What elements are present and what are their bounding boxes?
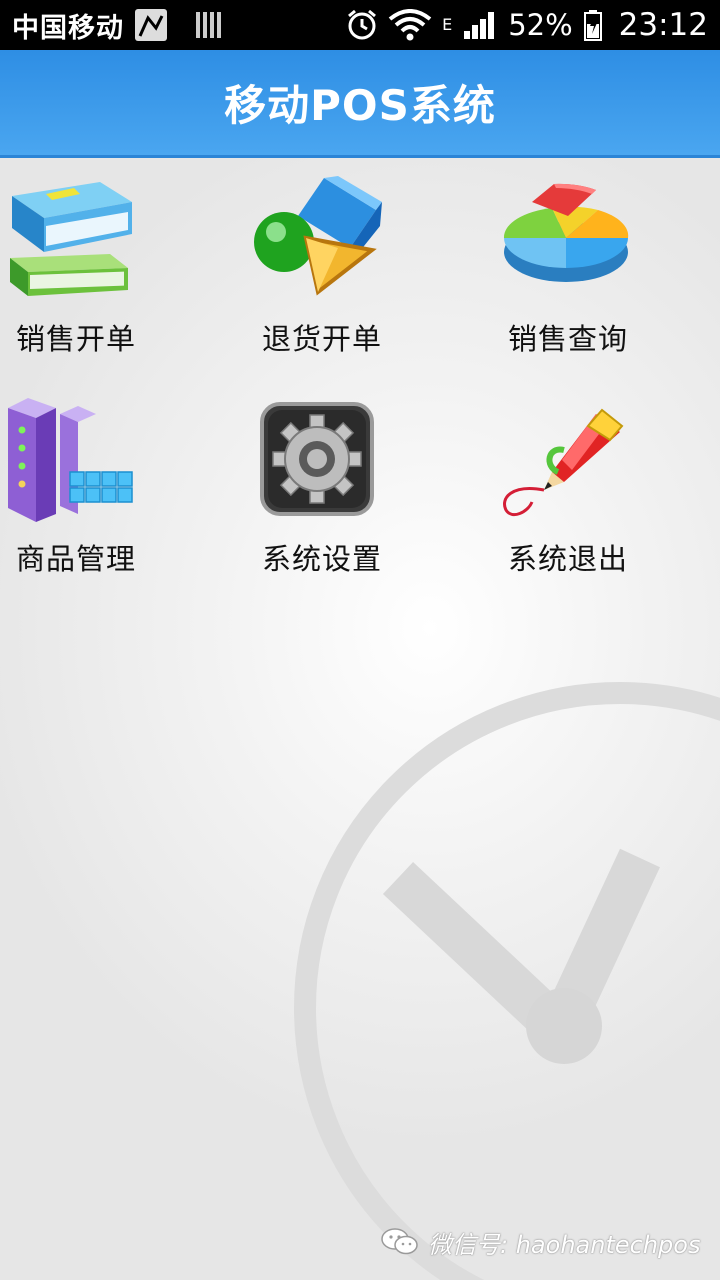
pen-icon — [503, 408, 624, 516]
pie-chart-icon — [503, 183, 629, 282]
menu-sales-query[interactable]: 销售查询 — [492, 158, 720, 368]
server-icon — [8, 398, 133, 522]
wifi-icon — [388, 9, 432, 41]
network-type: E — [442, 15, 453, 34]
wechat-icon — [381, 1228, 418, 1255]
books-icon — [10, 182, 132, 296]
battery-percent: 52% — [508, 8, 573, 42]
main-content: 销售开单 退货开单 销售查询 商品管理 系统设置 系统退出 — [0, 158, 720, 1280]
app-title: 移动POS系统 — [224, 81, 496, 130]
menu-return-order[interactable]: 退货开单 — [246, 158, 486, 368]
menu-product-management[interactable]: 商品管理 — [0, 378, 240, 588]
wechat-id-text: 微信号: haohantechpos — [428, 1230, 701, 1259]
menu-system-exit[interactable]: 系统退出 — [492, 378, 720, 588]
notification-icon — [135, 9, 167, 41]
shapes-icon — [254, 176, 382, 296]
menu-label: 系统设置 — [262, 542, 383, 576]
menu-label: 退货开单 — [262, 322, 383, 356]
menu-label: 系统退出 — [508, 542, 629, 576]
clock: 23:12 — [618, 7, 708, 43]
wechat-watermark: 微信号: haohantechpos — [380, 1222, 700, 1262]
battery-icon — [583, 10, 602, 41]
carrier-name: 中国移动 — [12, 12, 124, 44]
signal-icon — [464, 12, 495, 39]
menu-label: 销售查询 — [508, 322, 629, 356]
menu-sales-order[interactable]: 销售开单 — [0, 158, 240, 368]
gear-icon — [260, 402, 374, 516]
menu-label: 商品管理 — [16, 542, 137, 576]
status-bar: 中国移动 E 52% 23:12 — [0, 0, 720, 50]
app-bar: 移动POS系统 — [0, 50, 720, 158]
menu-system-settings[interactable]: 系统设置 — [246, 378, 486, 588]
usb-icon — [196, 12, 221, 38]
alarm-icon — [348, 9, 377, 40]
menu-label: 销售开单 — [16, 322, 137, 356]
